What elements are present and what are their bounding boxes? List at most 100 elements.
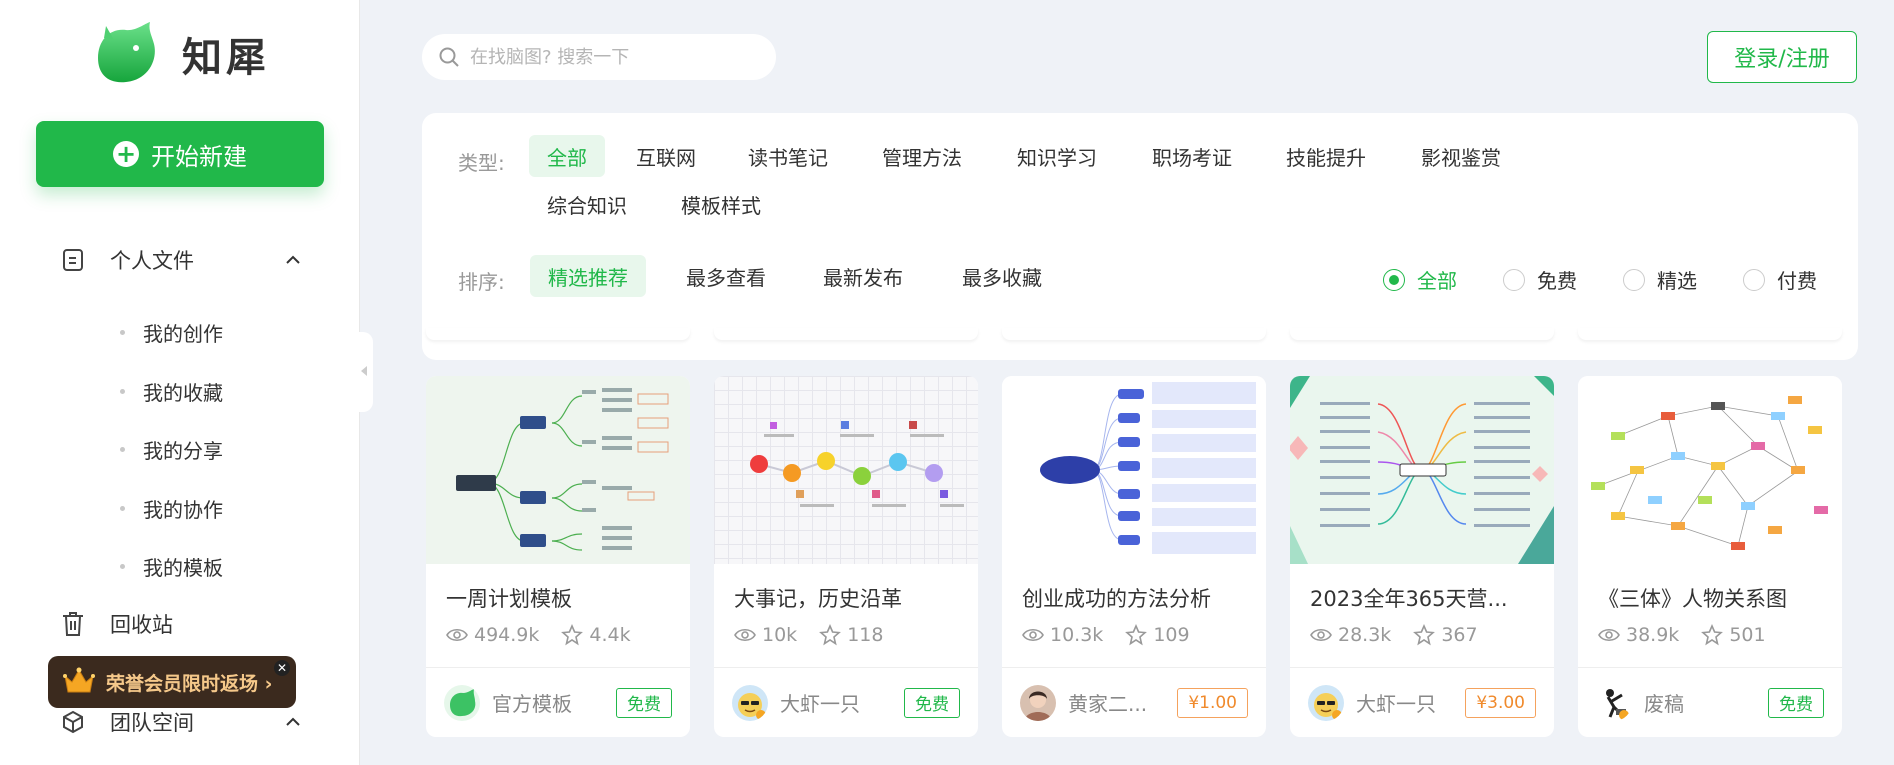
card-stats: 38.9k 501: [1598, 624, 1766, 646]
card-edge: [1578, 328, 1842, 340]
recycle-bin-label: 回收站: [110, 613, 173, 637]
avatar[interactable]: [444, 684, 480, 721]
card-footer: 大虾一只 ¥3.00: [1290, 667, 1554, 737]
bullet-dot: [120, 389, 125, 394]
eye-icon: [446, 628, 468, 642]
chevron-up-icon[interactable]: [284, 251, 302, 269]
file-icon: [60, 247, 86, 273]
close-icon[interactable]: ✕: [274, 660, 290, 676]
search-icon: [439, 47, 459, 67]
search-bar[interactable]: [422, 34, 776, 80]
type-chip-internet[interactable]: 互联网: [618, 135, 714, 177]
personal-files-group[interactable]: 个人文件: [60, 245, 302, 275]
author-name[interactable]: 官方模板: [492, 688, 572, 717]
type-chip-management[interactable]: 管理方法: [864, 135, 980, 177]
type-chip-skills[interactable]: 技能提升: [1268, 135, 1384, 177]
price-radio-featured[interactable]: 精选: [1623, 265, 1697, 294]
sidebar-item-my-templates[interactable]: 我的模板: [120, 552, 223, 581]
new-create-button[interactable]: + 开始新建: [36, 121, 324, 187]
type-chip-template-style[interactable]: 模板样式: [663, 183, 779, 225]
template-card[interactable]: 2023全年365天营... 28.3k 367 大虾一只 ¥3.00: [1290, 376, 1554, 737]
view-count: 10k: [762, 624, 798, 646]
star-icon: [1125, 624, 1148, 646]
personal-files-label: 个人文件: [110, 249, 194, 273]
radio-label: 精选: [1657, 269, 1697, 293]
star-icon: [1701, 624, 1724, 646]
avatar[interactable]: [1596, 684, 1632, 721]
card-title: 2023全年365天营...: [1310, 587, 1508, 611]
card-edge: [1290, 328, 1554, 340]
author-name[interactable]: 黄家二...: [1068, 688, 1147, 717]
avatar[interactable]: [732, 684, 768, 721]
star-count: 4.4k: [589, 624, 631, 646]
sidebar-item-label: 我的模板: [143, 556, 223, 580]
eye-icon: [1022, 628, 1044, 642]
sidebar-item-my-shares[interactable]: 我的分享: [120, 435, 223, 464]
vip-promo-banner[interactable]: 荣誉会员限时返场 › ✕: [48, 656, 296, 708]
eye-icon: [1310, 628, 1332, 642]
bullet-dot: [120, 564, 125, 569]
sidebar-item-label: 我的创作: [143, 322, 223, 346]
price-radio-all[interactable]: 全部: [1383, 265, 1457, 294]
template-card[interactable]: 一周计划模板 494.9k 4.4k 官方模板 免费: [426, 376, 690, 737]
author-name[interactable]: 大虾一只: [1356, 688, 1436, 717]
view-count: 10.3k: [1050, 624, 1104, 646]
type-chip-reading-notes[interactable]: 读书笔记: [730, 135, 846, 177]
template-card[interactable]: 《三体》人物关系图 38.9k 501 废稿 免费: [1578, 376, 1842, 737]
card-stats: 10k 118: [734, 624, 883, 646]
card-stats: 10.3k 109: [1022, 624, 1190, 646]
template-card[interactable]: 大事记，历史沿革 10k 118 大虾一只 免费: [714, 376, 978, 737]
sidebar-item-my-creations[interactable]: 我的创作: [120, 318, 223, 347]
radio-label: 全部: [1417, 269, 1457, 293]
radio-circle: [1383, 268, 1405, 291]
filter-panel: 类型: 全部 互联网 读书笔记 管理方法 知识学习 职场考证 技能提升 影视鉴赏…: [422, 113, 1858, 360]
price-badge: 免费: [904, 687, 960, 718]
star-icon: [561, 624, 584, 646]
sidebar-item-label: 我的协作: [143, 498, 223, 522]
sidebar-collapse-handle[interactable]: [357, 332, 373, 412]
sort-chip-featured[interactable]: 精选推荐: [530, 255, 646, 297]
price-badge: 免费: [1768, 687, 1824, 718]
eye-icon: [1598, 628, 1620, 642]
sort-chip-most-favorited[interactable]: 最多收藏: [944, 255, 1060, 297]
template-card[interactable]: 创业成功的方法分析 10.3k 109 黄家二... ¥1.00: [1002, 376, 1266, 737]
chevron-up-icon[interactable]: [284, 713, 302, 731]
sidebar-item-my-favorites[interactable]: 我的收藏: [120, 377, 223, 406]
price-radio-paid[interactable]: 付费: [1743, 265, 1817, 294]
type-chip-knowledge[interactable]: 知识学习: [999, 135, 1115, 177]
avatar[interactable]: [1020, 684, 1056, 721]
author-name[interactable]: 大虾一只: [780, 688, 860, 717]
card-title: 一周计划模板: [446, 587, 572, 611]
search-input[interactable]: [470, 46, 760, 68]
type-chip-all[interactable]: 全部: [529, 135, 605, 177]
team-space-group[interactable]: 团队空间: [60, 707, 302, 737]
price-badge: ¥1.00: [1177, 687, 1248, 718]
star-icon: [1413, 624, 1436, 646]
price-radio-free[interactable]: 免费: [1503, 265, 1577, 294]
radio-circle: [1503, 268, 1525, 291]
sidebar-item-my-collabs[interactable]: 我的协作: [120, 494, 223, 523]
sort-chip-newest[interactable]: 最新发布: [805, 255, 921, 297]
type-chip-career[interactable]: 职场考证: [1134, 135, 1250, 177]
login-register-button[interactable]: 登录/注册: [1707, 31, 1857, 83]
type-chip-film[interactable]: 影视鉴赏: [1403, 135, 1519, 177]
eye-icon: [734, 628, 756, 642]
card-edge: [426, 328, 690, 340]
brand-logo[interactable]: 知犀: [92, 20, 270, 88]
mindmap-thumbnail: [1002, 376, 1266, 564]
card-title: 创业成功的方法分析: [1022, 587, 1211, 611]
radio-label: 免费: [1537, 269, 1577, 293]
trash-icon: [60, 611, 86, 637]
type-chip-general[interactable]: 综合知识: [529, 183, 645, 225]
author-name[interactable]: 废稿: [1644, 688, 1684, 717]
star-count: 501: [1729, 624, 1766, 646]
sort-chip-most-viewed[interactable]: 最多查看: [668, 255, 784, 297]
avatar[interactable]: [1308, 684, 1344, 721]
card-footer: 黄家二... ¥1.00: [1002, 667, 1266, 737]
view-count: 28.3k: [1338, 624, 1392, 646]
recycle-bin[interactable]: 回收站: [60, 609, 302, 639]
radio-circle: [1743, 268, 1765, 291]
cube-icon: [60, 709, 86, 735]
sort-label: 排序:: [458, 270, 505, 294]
view-count: 494.9k: [474, 624, 540, 646]
